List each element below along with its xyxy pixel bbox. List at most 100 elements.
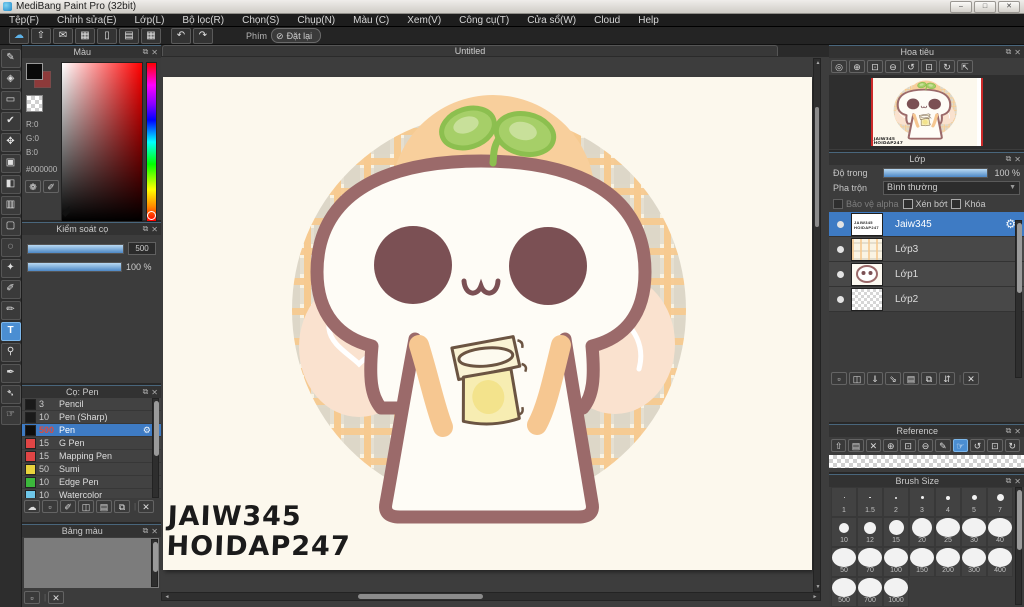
nav-rotate-left-button[interactable]: ↺ [903, 60, 919, 73]
tool-fill-rect[interactable]: ▣ [0, 154, 21, 173]
reference-header[interactable]: Reference ⧉ ✕ [829, 424, 1024, 437]
menu-item-6[interactable]: Màu (C) [344, 14, 398, 27]
brush-size-700[interactable]: 700 [857, 577, 883, 607]
brush-size-10[interactable]: 10 [831, 517, 857, 547]
ref-hand-button[interactable]: ☞ [952, 439, 968, 452]
brush-cloud-button[interactable]: ☁ [24, 500, 40, 513]
brush-size-1.5[interactable]: 1.5 [857, 487, 883, 517]
layer-copy-button[interactable]: ⧉ [921, 372, 937, 385]
color-panel-header[interactable]: Màu ⧉ ✕ [22, 45, 161, 58]
navigator-thumbnail[interactable] [870, 76, 983, 148]
tool-select-pen[interactable]: ✐ [0, 280, 21, 299]
undo-button[interactable]: ↶ [171, 27, 191, 44]
nav-fit-button[interactable]: ⊡ [867, 60, 883, 73]
menu-item-11[interactable]: Help [629, 14, 668, 27]
brush-size-150[interactable]: 150 [909, 547, 935, 577]
brush-row-3[interactable]: 15 G Pen [22, 437, 161, 450]
close-icon[interactable]: ✕ [1014, 477, 1021, 486]
popout-icon[interactable]: ⧉ [143, 387, 149, 397]
brush-row-1[interactable]: 10 Pen (Sharp) [22, 411, 161, 424]
palette-header[interactable]: Bảng màu ⧉ ✕ [22, 524, 161, 537]
menu-item-0[interactable]: Tệp(F) [0, 14, 48, 27]
nav-zoom-out-button[interactable]: ⊖ [885, 60, 901, 73]
brush-size-500[interactable]: 500 [831, 577, 857, 607]
tool-snap[interactable]: ✔ [0, 112, 21, 131]
tool-lasso[interactable]: ◌ [0, 238, 21, 257]
brush-size-slider[interactable] [27, 243, 124, 254]
close-icon[interactable]: ✕ [1014, 155, 1021, 164]
tool-hand[interactable]: ☞ [0, 406, 21, 425]
upload-button[interactable]: ⇧ [31, 27, 51, 44]
brush-opacity-slider[interactable] [27, 262, 122, 272]
tool-eyedropper[interactable]: ➴ [0, 385, 21, 404]
ref-open-button[interactable]: ▤ [848, 439, 864, 452]
brush-size-25[interactable]: 25 [935, 517, 961, 547]
brush-size-30[interactable]: 30 [961, 517, 987, 547]
layer-row-1[interactable]: Lớp3 [829, 237, 1024, 262]
canvas-vertical-scrollbar[interactable]: ▲ ▼ [813, 58, 821, 592]
menu-item-9[interactable]: Cửa sổ(W) [518, 14, 585, 27]
tool-bucket[interactable]: ◧ [0, 175, 21, 194]
nav-zoom-in-button[interactable]: ⊕ [849, 60, 865, 73]
reference-preview[interactable] [829, 455, 1024, 468]
cloud-button[interactable]: ☁ [9, 27, 29, 44]
layer-delete-button[interactable]: ✕ [963, 372, 980, 385]
layers-header[interactable]: Lớp ⧉ ✕ [829, 152, 1024, 165]
brush-size-3[interactable]: 3 [909, 487, 935, 517]
brush-size-4[interactable]: 4 [935, 487, 961, 517]
brush-folder-button[interactable]: ▤ [96, 500, 112, 513]
reset-keys-button[interactable]: ⊘ Đặt lại [271, 28, 322, 43]
tool-magic-wand[interactable]: ✦ [0, 259, 21, 278]
palette-mode-button[interactable]: ❁ [25, 180, 41, 193]
popout-icon[interactable]: ⧉ [143, 224, 149, 234]
brush-control-header[interactable]: Kiểm soát cọ ⧉ ✕ [22, 222, 161, 235]
ref-zoom-out-button[interactable]: ⊖ [917, 439, 934, 452]
ref-picker-button[interactable]: ✎ [935, 439, 951, 452]
palette-delete-button[interactable]: ✕ [48, 591, 65, 604]
minimize-button[interactable]: – [950, 0, 972, 13]
menu-item-2[interactable]: Lớp(L) [126, 14, 174, 27]
nav-rotate-right-button[interactable]: ↻ [939, 60, 955, 73]
broadcast-button[interactable]: ▦ [75, 27, 95, 44]
brush-row-4[interactable]: 15 Mapping Pen [22, 450, 161, 463]
nav-rotate-reset-button[interactable]: ⊡ [921, 60, 937, 73]
brush-size-1000[interactable]: 1000 [883, 577, 909, 607]
document-button[interactable]: ▯ [97, 27, 117, 44]
popout-icon[interactable]: ⧉ [143, 526, 149, 536]
layer-duplicate-button[interactable]: ◫ [849, 372, 865, 385]
brush-add-button[interactable]: ▫ [42, 500, 58, 513]
close-icon[interactable]: ✕ [151, 388, 158, 397]
layer-blend-select[interactable]: Bình thường ▼ [883, 181, 1020, 195]
layer-order-button[interactable]: ⇵ [939, 372, 955, 385]
redo-button[interactable]: ↷ [193, 27, 213, 44]
ref-rotate-right-button[interactable]: ↻ [1004, 439, 1020, 452]
layer-row-0[interactable]: JAIW345 HOIDAP247 Jaiw345 ⚙ [829, 212, 1024, 237]
layer-add-button[interactable]: ▫ [831, 372, 847, 385]
brush-size-value[interactable]: 500 [128, 242, 156, 255]
layer-option-1[interactable]: Xén bớt [902, 199, 947, 209]
menu-item-7[interactable]: Xem(V) [398, 14, 450, 27]
sv-cursor[interactable] [61, 205, 78, 222]
menu-item-3[interactable]: Bộ lọc(R) [173, 14, 233, 27]
checkbox-icon[interactable] [951, 199, 962, 209]
brush-size-header[interactable]: Brush Size ⧉ ✕ [829, 474, 1024, 487]
brush-size-40[interactable]: 40 [987, 517, 1013, 547]
ref-clear-button[interactable]: ✕ [865, 439, 882, 452]
tool-pen[interactable]: ✒ [0, 364, 21, 383]
nav-lock-button[interactable]: ⇱ [957, 60, 973, 73]
palette-area[interactable] [24, 538, 159, 588]
brush-size-scrollbar[interactable] [1015, 487, 1022, 605]
hue-slider[interactable] [146, 62, 157, 222]
layer-visibility-dot[interactable] [837, 295, 844, 303]
ref-rotate-reset-button[interactable]: ⊡ [987, 439, 1003, 452]
brush-size-50[interactable]: 50 [831, 547, 857, 577]
nav-zoom-reset-button[interactable]: ◎ [831, 60, 847, 73]
gear-icon[interactable]: ⚙ [143, 425, 151, 436]
maximize-button[interactable]: □ [974, 0, 996, 13]
palette-add-button[interactable]: ▫ [24, 591, 40, 604]
close-icon[interactable]: ✕ [1014, 427, 1021, 436]
tool-move[interactable]: ✥ [0, 133, 21, 152]
hue-cursor[interactable] [147, 211, 156, 220]
brush-add-pen-button[interactable]: ✐ [60, 500, 76, 513]
brush-list-scrollbar[interactable] [152, 398, 159, 498]
